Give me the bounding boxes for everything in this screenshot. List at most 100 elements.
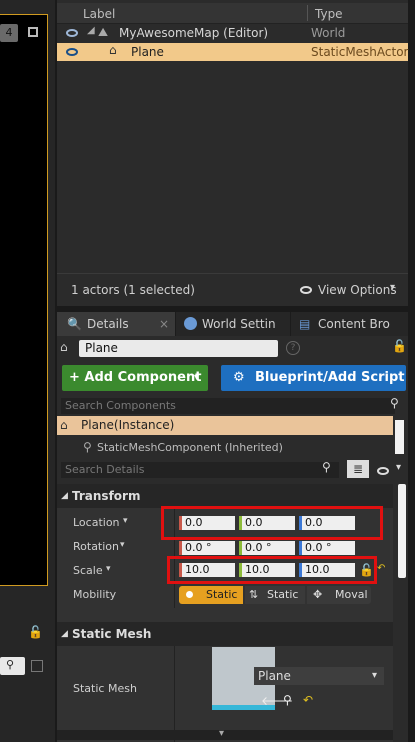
column-divider	[307, 5, 308, 21]
close-tab-icon[interactable]: ×	[159, 312, 169, 336]
mobility-label: Mobility	[73, 588, 117, 601]
tab-label: World Settin	[202, 317, 276, 331]
search-button[interactable]: ⚲	[0, 657, 25, 675]
rotation-z-field[interactable]: 0.0 °	[299, 541, 355, 555]
component-child-item[interactable]: ⚲ StaticMeshComponent (Inherited)	[57, 437, 393, 455]
scale-z-field[interactable]: 10.0	[299, 563, 355, 577]
lock-icon[interactable]: 🔓	[28, 625, 43, 639]
scale-x-field[interactable]: 10.0	[179, 563, 235, 577]
chevron-down-icon[interactable]: ▾	[396, 462, 401, 473]
blueprint-label: Blueprint/Add Script	[255, 370, 405, 385]
static-mesh-section-header[interactable]: ◢ Static Mesh	[57, 622, 393, 646]
actor-icon: ⌂	[60, 340, 68, 354]
view-options-eye-icon	[300, 286, 312, 294]
help-icon[interactable]: ?	[286, 341, 300, 355]
tab-details[interactable]: 🔍 Details ×	[57, 312, 175, 336]
details-footer-bar	[57, 730, 393, 740]
search-icon: ⚲	[6, 658, 15, 671]
rotation-label: Rotation	[73, 540, 120, 553]
chevron-down-icon[interactable]: ▾	[120, 540, 125, 550]
content-browser-icon: ▤	[299, 317, 311, 331]
world-settings-icon	[184, 317, 197, 330]
collapse-arrow-icon: ◢	[61, 491, 68, 501]
scale-label: Scale	[73, 564, 103, 577]
visibility-eye-icon[interactable]	[377, 467, 389, 475]
viewport-layout-button[interactable]: 4	[0, 24, 18, 42]
mobility-option-label: Static	[267, 588, 299, 601]
outliner-row-label: MyAwesomeMap (Editor)	[119, 26, 269, 40]
outliner-footer: 1 actors (1 selected) View Options ▾	[57, 273, 408, 306]
view-options-button[interactable]: View Options	[318, 283, 397, 297]
tab-label: Content Bro	[318, 317, 390, 331]
outliner-row-map[interactable]: ◢ ⛰ MyAwesomeMap (Editor) World	[57, 24, 408, 42]
maximize-viewport-icon[interactable]	[28, 27, 38, 37]
outliner-row-type: StaticMeshActor	[311, 45, 409, 59]
rotation-y-field[interactable]: 0.0 °	[239, 541, 295, 555]
blueprint-add-script-button[interactable]: ⚙ Blueprint/Add Script	[221, 365, 406, 391]
scale-y-field[interactable]: 10.0	[239, 563, 295, 577]
movable-icon: ✥	[313, 588, 323, 601]
tab-label: Details	[87, 317, 129, 331]
chevron-down-icon[interactable]: ▾	[123, 516, 128, 526]
static-mesh-actor-icon: ⌂	[109, 43, 117, 57]
search-details-input[interactable]: Search Details	[61, 462, 339, 478]
details-icon: 🔍	[67, 317, 82, 331]
location-y-field[interactable]: 0.0	[239, 516, 295, 530]
location-label: Location	[73, 516, 120, 529]
actor-icon: ⌂	[60, 418, 68, 432]
transform-section-header[interactable]: ◢ Transform	[57, 484, 393, 508]
reset-icon[interactable]: ↶	[303, 693, 313, 707]
rotation-x-field[interactable]: 0.0 °	[179, 541, 235, 555]
details-tab-bar: 🔍 Details × World Settin ▤ Content Bro	[57, 312, 408, 336]
mobility-stationary-option[interactable]: ⇅ Static	[245, 586, 305, 604]
static-mesh-label: Static Mesh	[73, 682, 137, 695]
mobility-static-option[interactable]: Static	[179, 586, 243, 604]
chevron-down-icon: ▾	[194, 372, 200, 383]
static-mesh-dropdown[interactable]: Plane ▾	[254, 667, 384, 685]
add-component-button[interactable]: + Add Component ▾	[62, 365, 208, 391]
visibility-eye-icon[interactable]	[66, 48, 78, 56]
mobility-movable-option[interactable]: ✥ Moval	[307, 586, 371, 604]
tab-content-browser[interactable]: ▤ Content Bro	[291, 312, 408, 336]
browse-search-icon[interactable]: ⚲	[283, 693, 292, 707]
collapse-arrow-icon: ◢	[61, 629, 68, 639]
location-x-field[interactable]: 0.0	[179, 516, 235, 530]
component-root-item[interactable]: ⌂ Plane(Instance)	[57, 416, 393, 435]
static-mesh-value: Plane	[258, 669, 291, 683]
lock-scale-icon[interactable]: 🔓	[359, 563, 374, 577]
chevron-down-icon[interactable]: ▾	[219, 728, 224, 739]
component-label: StaticMeshComponent (Inherited)	[97, 441, 283, 454]
static-mesh-component-icon: ⚲	[83, 440, 92, 454]
location-z-field[interactable]: 0.0	[299, 516, 355, 530]
actor-count: 1 actors (1 selected)	[71, 283, 195, 297]
mobility-option-label: Static	[206, 588, 238, 601]
lock-icon[interactable]: 🔓	[392, 339, 407, 353]
actor-name-field[interactable]: Plane	[79, 340, 278, 357]
search-components-input[interactable]: Search Components	[61, 398, 395, 414]
chevron-down-icon[interactable]: ▾	[390, 282, 395, 293]
stationary-icon: ⇅	[249, 588, 259, 601]
column-divider	[174, 646, 175, 742]
tab-world-settings[interactable]: World Settin	[176, 312, 290, 336]
search-icon[interactable]: ⚲	[322, 460, 331, 474]
static-icon	[186, 591, 193, 598]
outliner-row-label: Plane	[131, 45, 164, 59]
reset-icon[interactable]: ↶	[377, 563, 385, 574]
world-icon: ⛰	[98, 25, 109, 39]
property-matrix-icon[interactable]: ≣	[347, 460, 369, 478]
details-scrollbar[interactable]	[398, 484, 406, 578]
level-viewport[interactable]	[0, 14, 48, 586]
section-title: Static Mesh	[72, 627, 152, 641]
expand-arrow-icon[interactable]: ◢	[87, 25, 95, 36]
chevron-down-icon[interactable]: ▾	[106, 564, 111, 574]
section-title: Transform	[72, 489, 141, 503]
components-scrollbar[interactable]	[395, 420, 404, 454]
search-icon[interactable]: ⚲	[390, 396, 399, 410]
outliner-row-plane[interactable]: ⌂ Plane StaticMeshActor	[57, 43, 408, 61]
visibility-eye-icon[interactable]	[66, 29, 78, 37]
column-label-header[interactable]: Label	[83, 7, 115, 21]
add-component-label: + Add Component	[69, 370, 202, 385]
save-icon[interactable]	[31, 660, 43, 672]
column-type-header[interactable]: Type	[315, 7, 343, 21]
chevron-down-icon: ▾	[372, 670, 378, 681]
